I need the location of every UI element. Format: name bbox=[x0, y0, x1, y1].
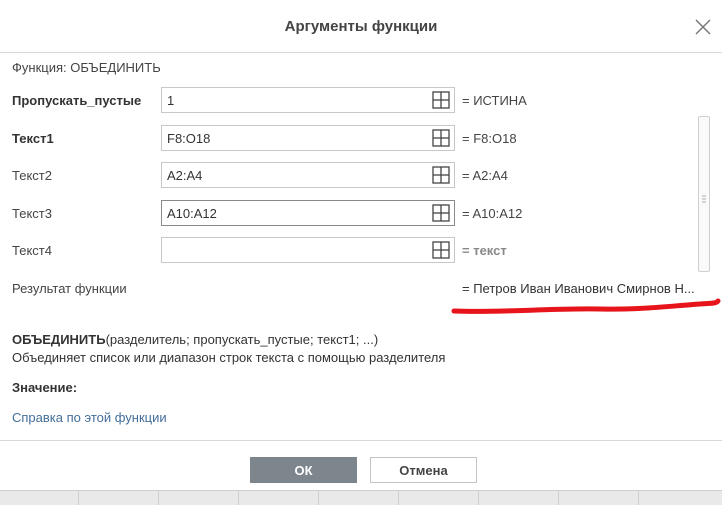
dialog-titlebar: Аргументы функции bbox=[0, 0, 722, 53]
arg-input-text3[interactable] bbox=[161, 200, 455, 226]
arg-field-text1[interactable] bbox=[162, 126, 427, 150]
arg-input-text4[interactable] bbox=[161, 237, 455, 263]
arg-input-text2[interactable] bbox=[161, 162, 455, 188]
grid-line bbox=[638, 491, 639, 505]
help-link[interactable]: Справка по этой функции bbox=[12, 410, 167, 425]
arg-label-text3: Текст3 bbox=[12, 206, 52, 221]
grid-line bbox=[238, 491, 239, 505]
grid-line bbox=[478, 491, 479, 505]
dialog-title: Аргументы функции bbox=[284, 18, 438, 35]
grid-line bbox=[78, 491, 79, 505]
arg-label-text1: Текст1 bbox=[12, 131, 54, 146]
arg-input-skip-empty[interactable] bbox=[161, 87, 455, 113]
function-description: Объединяет список или диапазон строк тек… bbox=[12, 350, 446, 365]
arg-evaluated-skip-empty: = ИСТИНА bbox=[462, 93, 527, 108]
arg-field-text4[interactable] bbox=[162, 238, 427, 262]
arg-evaluated-text3: = A10:A12 bbox=[462, 206, 523, 221]
function-arguments-dialog: Аргументы функции Функция: ОБЪЕДИНИТЬ Пр… bbox=[0, 0, 722, 491]
spreadsheet-background-strip bbox=[0, 491, 722, 505]
arg-label-skip-empty: Пропускать_пустые bbox=[12, 93, 142, 108]
select-range-icon[interactable] bbox=[432, 241, 450, 259]
arg-field-text2[interactable] bbox=[162, 163, 427, 187]
grid-line bbox=[558, 491, 559, 505]
arg-label-text4: Текст4 bbox=[12, 243, 52, 258]
function-name-label: Функция: ОБЪЕДИНИТЬ bbox=[12, 60, 161, 75]
arg-evaluated-text2: = A2:A4 bbox=[462, 168, 508, 183]
scroll-grip-icon bbox=[702, 195, 706, 203]
grid-line bbox=[318, 491, 319, 505]
signature-function-name: ОБЪЕДИНИТЬ bbox=[12, 332, 106, 347]
arg-label-text2: Текст2 bbox=[12, 168, 52, 183]
value-label: Значение: bbox=[12, 380, 78, 395]
cancel-button[interactable]: Отмена bbox=[370, 457, 477, 483]
arg-evaluated-text4: = текст bbox=[462, 243, 507, 258]
arg-field-text3[interactable] bbox=[162, 201, 427, 225]
grid-line bbox=[398, 491, 399, 505]
footer-divider bbox=[0, 440, 722, 441]
select-range-icon[interactable] bbox=[432, 129, 450, 147]
ok-button[interactable]: ОК bbox=[250, 457, 357, 483]
arg-field-skip-empty[interactable] bbox=[162, 88, 427, 112]
arguments-scrollbar[interactable] bbox=[698, 116, 710, 272]
close-icon bbox=[695, 19, 711, 35]
function-signature: ОБЪЕДИНИТЬ(разделитель; пропускать_пусты… bbox=[12, 332, 378, 347]
red-underline-annotation bbox=[451, 298, 721, 314]
close-button[interactable] bbox=[693, 17, 713, 37]
arg-evaluated-text1: = F8:O18 bbox=[462, 131, 517, 146]
function-result-label: Результат функции bbox=[12, 281, 127, 296]
select-range-icon[interactable] bbox=[432, 91, 450, 109]
signature-arguments: (разделитель; пропускать_пустые; текст1;… bbox=[105, 332, 379, 347]
arg-input-text1[interactable] bbox=[161, 125, 455, 151]
select-range-icon[interactable] bbox=[432, 204, 450, 222]
select-range-icon[interactable] bbox=[432, 166, 450, 184]
grid-line bbox=[158, 491, 159, 505]
